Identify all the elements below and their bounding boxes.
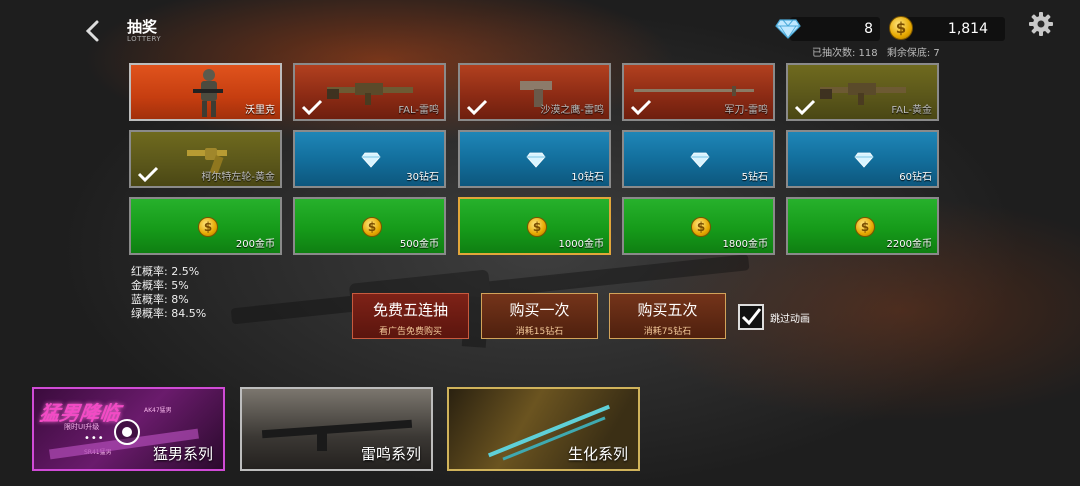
page-title: 抽奖 xyxy=(127,18,158,36)
reward-label: 柯尔特左轮-黄金 xyxy=(201,172,275,183)
reward-label: 5钻石 xyxy=(741,172,768,183)
reward-label: 10钻石 xyxy=(571,172,604,183)
reward-label: 1800金币 xyxy=(722,239,768,250)
diamond-icon xyxy=(775,19,801,43)
series-tab-mengnan[interactable]: 猛男降临 AK47猛男 限时UI升级 SR41猛男 ••• 猛男系列 xyxy=(32,387,225,471)
reward-label: 60钻石 xyxy=(899,172,932,183)
reward-grid: 沃里克 FAL-雷鸣 沙漠之鹰-雷鸣 军刀-雷鸣 FAL-黄金柯尔特左轮-黄金 30钻石 1… xyxy=(129,63,941,258)
page-subtitle: LOTTERY xyxy=(127,35,162,43)
reward-label: 沃里克 xyxy=(245,105,275,116)
owned-checkmark-icon xyxy=(137,166,159,183)
rifle-image xyxy=(261,419,413,439)
buy-once-button[interactable]: 购买一次 消耗15钻石 xyxy=(481,293,598,339)
gear-icon[interactable] xyxy=(1029,12,1053,36)
rifle-grip xyxy=(317,429,327,451)
diamond-icon xyxy=(526,152,546,168)
reward-card[interactable]: 30钻石 xyxy=(293,130,446,188)
buy-five-button[interactable]: 购买五次 消耗75钻石 xyxy=(609,293,726,339)
series-name: 猛男系列 xyxy=(152,445,213,463)
reward-card[interactable]: 军刀-雷鸣 xyxy=(622,63,775,121)
skip-animation-label: 跳过动画 xyxy=(770,314,810,325)
pity-remaining: 剩余保底: 7 xyxy=(886,48,940,59)
coin-icon: $ xyxy=(527,217,547,237)
odds-list: 红概率: 2.5% 金概率: 5% 蓝概率: 8% 绿概率: 84.5% xyxy=(131,265,206,321)
series-name: 雷鸣系列 xyxy=(360,445,421,463)
odds-red: 红概率: 2.5% xyxy=(131,265,200,278)
free-five-draw-button[interactable]: 免费五连抽 看广告免费购买 xyxy=(352,293,469,339)
diamond-icon xyxy=(690,152,710,168)
reward-card[interactable]: $200金币 xyxy=(129,197,282,255)
reward-card[interactable]: 5钻石 xyxy=(622,130,775,188)
banner-subtitle-ak47: AK47猛男 xyxy=(144,407,172,414)
reward-label: 沙漠之鹰-雷鸣 xyxy=(540,105,604,116)
reward-label: 2200金币 xyxy=(886,239,932,250)
coin-icon: $ xyxy=(855,217,875,237)
reward-label: 200金币 xyxy=(235,239,275,250)
coin-icon: $ xyxy=(198,217,218,237)
banner-subtitle-upgrade: 限时UI升级 xyxy=(64,423,100,431)
reward-card[interactable]: $500金币 xyxy=(293,197,446,255)
series-tab-shenghua[interactable]: 生化系列 xyxy=(447,387,640,471)
reward-card[interactable]: $2200金币 xyxy=(786,197,939,255)
series-tab-leiming[interactable]: 雷鸣系列 xyxy=(240,387,433,471)
coin-icon: $ xyxy=(691,217,711,237)
carousel-pager: ••• xyxy=(84,433,105,444)
reward-card[interactable]: FAL-黄金 xyxy=(786,63,939,121)
reward-label: 1000金币 xyxy=(558,239,604,250)
skip-animation-checkbox[interactable] xyxy=(738,304,764,330)
reward-card[interactable]: FAL-雷鸣 xyxy=(293,63,446,121)
reward-label: 军刀-雷鸣 xyxy=(724,105,768,116)
reward-label: FAL-黄金 xyxy=(891,105,932,116)
owned-checkmark-icon xyxy=(301,99,323,116)
reward-card[interactable]: $1000金币 xyxy=(458,197,611,255)
reward-card[interactable]: 柯尔特左轮-黄金 xyxy=(129,130,282,188)
owned-checkmark-icon xyxy=(630,99,652,116)
reward-label: FAL-雷鸣 xyxy=(398,105,439,116)
odds-green: 绿概率: 84.5% xyxy=(131,307,207,320)
series-name: 生化系列 xyxy=(567,445,628,463)
diamond-icon xyxy=(854,152,874,168)
odds-gold: 金概率: 5% xyxy=(131,279,189,292)
sword-image xyxy=(634,83,754,103)
diamond-count: 8 xyxy=(864,21,873,37)
reward-card[interactable]: 沙漠之鹰-雷鸣 xyxy=(458,63,611,121)
character-image xyxy=(189,67,229,119)
reward-card[interactable]: 10钻石 xyxy=(458,130,611,188)
back-arrow-icon[interactable] xyxy=(82,18,104,44)
owned-checkmark-icon xyxy=(466,99,488,116)
coin-icon: $ xyxy=(889,16,913,40)
coin-icon: $ xyxy=(362,217,382,237)
reward-card[interactable]: 沃里克 xyxy=(129,63,282,121)
checkmark-icon xyxy=(741,308,762,326)
owned-checkmark-icon xyxy=(794,99,816,116)
diamond-icon xyxy=(361,152,381,168)
reward-label: 500金币 xyxy=(399,239,439,250)
draw-stats: 已抽次数: 118 剩余保底: 7 xyxy=(812,44,946,59)
record-button-icon[interactable] xyxy=(114,419,140,445)
odds-blue: 蓝概率: 8% xyxy=(131,293,189,306)
reward-card[interactable]: 60钻石 xyxy=(786,130,939,188)
reward-label: 30钻石 xyxy=(406,172,439,183)
coin-count: 1,814 xyxy=(947,21,988,37)
reward-card[interactable]: $1800金币 xyxy=(622,197,775,255)
draw-count: 已抽次数: 118 xyxy=(812,48,878,59)
